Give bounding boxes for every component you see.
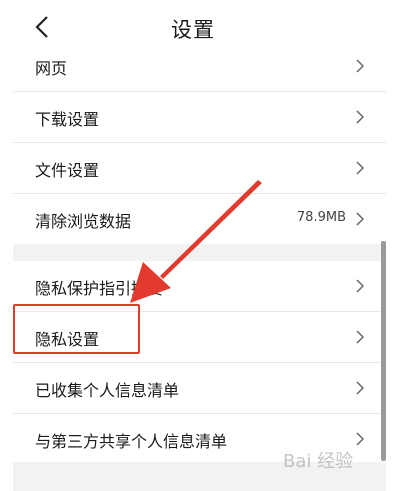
watermark: Bai 经验 [283,451,354,472]
chevron-right-icon [356,432,364,446]
settings-item-file[interactable]: 文件设置 [13,143,386,194]
settings-item-label: 下载设置 [35,110,100,129]
settings-list: 网页 下载设置 文件设置 清除浏览数据 78.9MB 隐私保护指引摘要 隐私设置… [13,43,386,464]
chevron-right-icon [356,381,364,395]
chevron-right-icon [356,330,364,344]
settings-item-download[interactable]: 下载设置 [13,92,386,143]
settings-item-label: 已收集个人信息清单 [35,381,180,400]
settings-item-label: 与第三方共享个人信息清单 [35,432,228,451]
cache-size-value: 78.9MB [296,210,346,225]
chevron-right-icon [356,110,364,124]
settings-item-label: 文件设置 [35,161,100,180]
chevron-right-icon [356,59,364,73]
settings-item-clear-data[interactable]: 清除浏览数据 78.9MB [13,194,386,244]
settings-item-collected-info[interactable]: 已收集个人信息清单 [13,363,386,414]
scrollbar[interactable] [381,241,386,461]
chevron-right-icon [356,212,364,226]
chevron-right-icon [356,161,364,175]
chevron-right-icon [356,279,364,293]
highlight-box [13,304,140,354]
settings-item-label: 隐私保护指引摘要 [35,279,164,298]
settings-item-label: 清除浏览数据 [35,212,132,231]
section-divider [13,244,386,261]
settings-item-webpage[interactable]: 网页 [13,43,386,92]
settings-item-label: 网页 [35,59,68,78]
right-margin [386,0,402,491]
page-title: 设置 [171,18,215,42]
